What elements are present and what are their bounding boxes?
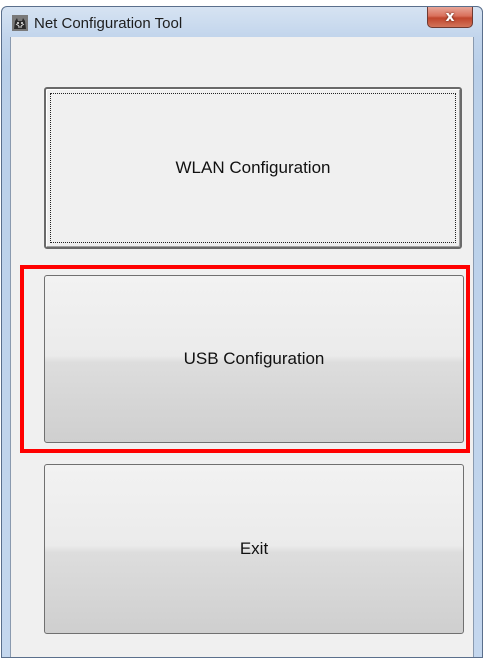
cat-app-icon bbox=[12, 15, 28, 31]
client-area: WLAN Configuration USB Configuration Exi… bbox=[10, 37, 474, 657]
close-button[interactable]: x bbox=[427, 7, 473, 28]
wlan-configuration-button[interactable]: WLAN Configuration bbox=[44, 87, 462, 249]
usb-configuration-label: USB Configuration bbox=[183, 349, 325, 368]
window-title: Net Configuration Tool bbox=[34, 15, 183, 32]
wlan-configuration-label: WLAN Configuration bbox=[175, 158, 331, 177]
exit-button[interactable]: Exit bbox=[44, 464, 464, 634]
app-window: Net Configuration Tool x WLAN Configurat… bbox=[1, 6, 483, 658]
usb-configuration-button[interactable]: USB Configuration bbox=[44, 275, 464, 443]
title-bar[interactable]: Net Configuration Tool x bbox=[2, 7, 482, 37]
close-icon: x bbox=[445, 9, 455, 25]
exit-label: Exit bbox=[239, 539, 269, 558]
